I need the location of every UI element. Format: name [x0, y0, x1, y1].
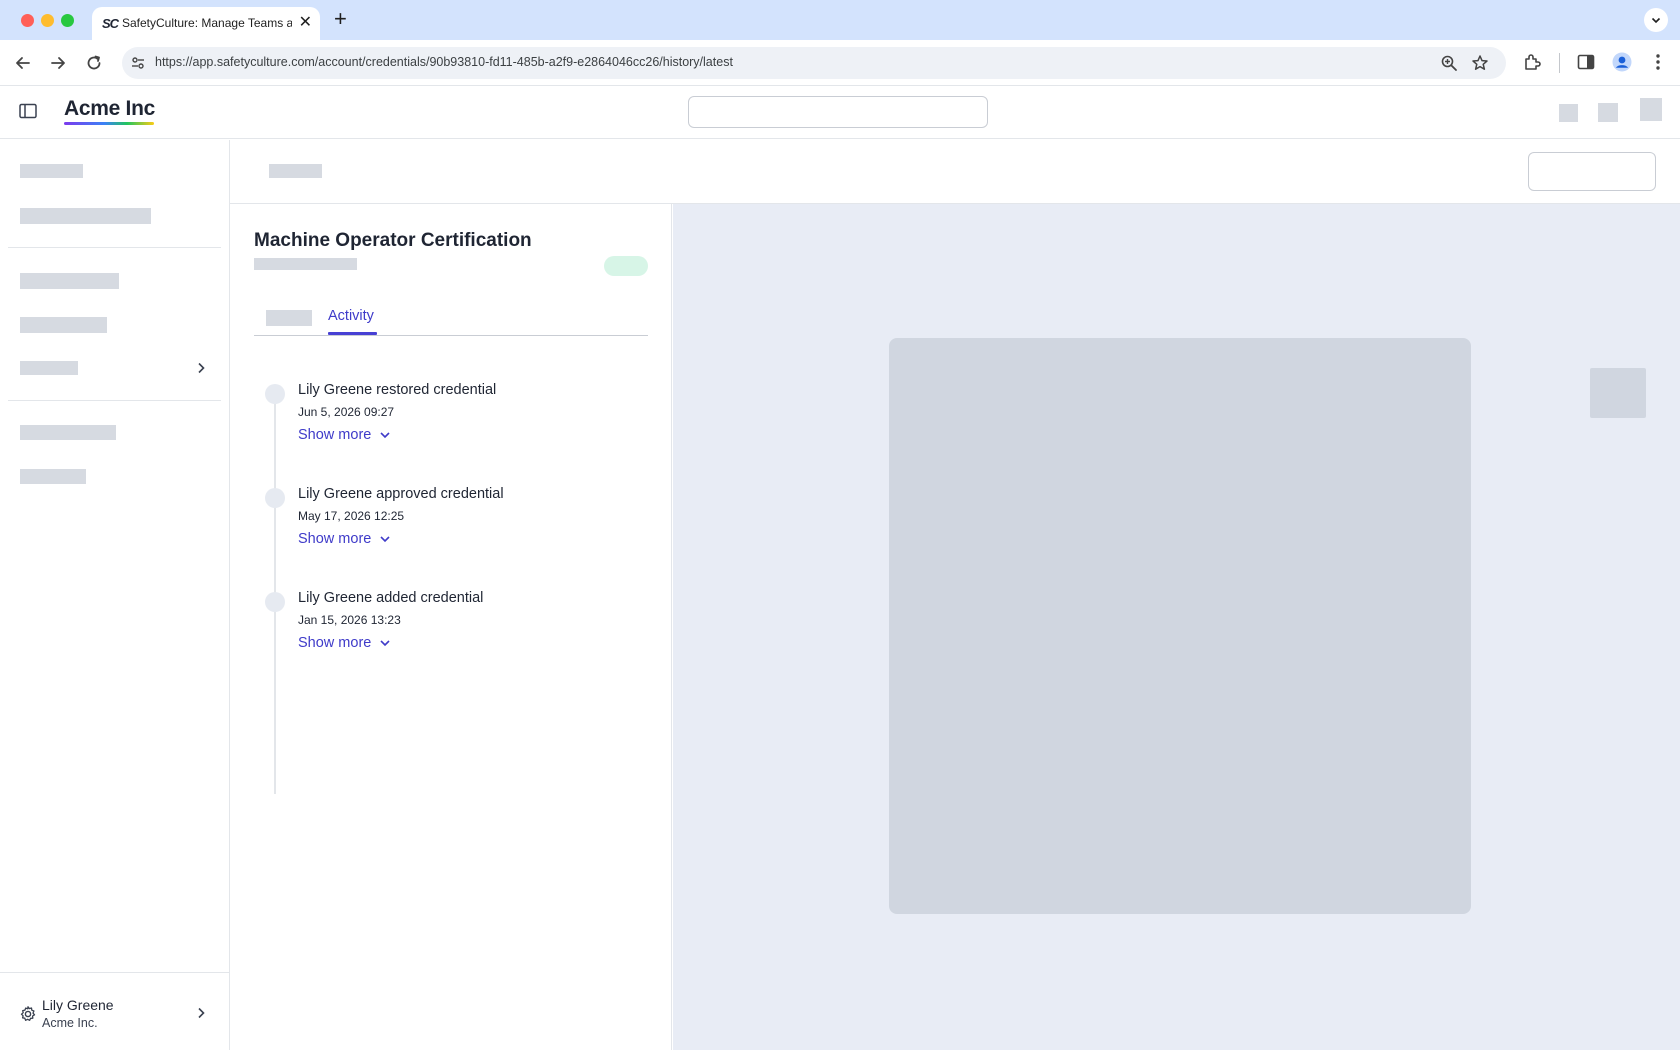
- header-action-placeholder-2[interactable]: [1598, 103, 1618, 122]
- credential-image-placeholder: [889, 338, 1471, 914]
- chevron-down-icon: [380, 536, 390, 543]
- bookmark-star-icon[interactable]: [1471, 54, 1489, 72]
- header-action-placeholder-1[interactable]: [1559, 104, 1578, 122]
- window-close-button[interactable]: [21, 14, 34, 27]
- browser-tab-bar: SC SafetyCulture: Manage Teams and... ✕ …: [0, 0, 1680, 40]
- sidebar-divider: [8, 247, 221, 248]
- url-text: https://app.safetyculture.com/account/cr…: [155, 55, 733, 69]
- credential-subtitle-placeholder: [254, 258, 357, 270]
- chevron-down-icon: [1651, 17, 1661, 24]
- reload-button[interactable]: [83, 52, 105, 74]
- company-logo[interactable]: Acme Inc: [64, 97, 155, 121]
- show-more-button[interactable]: Show more: [298, 531, 391, 547]
- back-button[interactable]: [12, 52, 34, 74]
- browser-tab-active[interactable]: SC SafetyCulture: Manage Teams and... ✕: [92, 7, 320, 40]
- user-name: Lily Greene: [42, 997, 114, 1013]
- side-panel-icon[interactable]: [1575, 51, 1597, 73]
- tab-activity[interactable]: Activity: [328, 308, 374, 324]
- show-more-button[interactable]: Show more: [298, 635, 391, 651]
- arrow-left-icon: [16, 57, 30, 69]
- chevron-down-icon: [380, 432, 390, 439]
- credential-preview-area: [673, 204, 1680, 1050]
- logo-underline: [64, 122, 154, 125]
- new-tab-button[interactable]: +: [334, 6, 347, 32]
- sidebar-user-menu[interactable]: Lily Greene Acme Inc.: [0, 972, 229, 1050]
- chevron-down-icon: [380, 640, 390, 647]
- toolbar-divider: [1559, 53, 1560, 73]
- global-search-input[interactable]: [688, 96, 988, 128]
- left-sidebar: Lily Greene Acme Inc.: [0, 140, 230, 1050]
- sidebar-item-placeholder[interactable]: [20, 273, 119, 289]
- extensions-icon[interactable]: [1521, 51, 1543, 73]
- tab-close-icon[interactable]: ✕: [299, 12, 312, 32]
- zoom-icon[interactable]: [1440, 54, 1458, 72]
- browser-address-bar: https://app.safetyculture.com/account/cr…: [0, 40, 1680, 86]
- tab-details-placeholder[interactable]: [266, 310, 312, 326]
- timeline-dot: [265, 488, 285, 508]
- reload-icon: [87, 55, 101, 70]
- more-vertical-icon[interactable]: [1647, 51, 1669, 73]
- forward-button[interactable]: [47, 52, 69, 74]
- activity-title: Lily Greene restored credential: [298, 382, 497, 398]
- arrow-right-icon: [51, 57, 65, 69]
- safetyculture-favicon-icon: SC: [102, 16, 119, 31]
- sidebar-divider: [8, 400, 221, 401]
- active-tab-indicator: [328, 332, 377, 335]
- sidebar-item-placeholder[interactable]: [20, 425, 116, 440]
- url-bar[interactable]: https://app.safetyculture.com/account/cr…: [122, 47, 1506, 79]
- window-minimize-button[interactable]: [41, 14, 54, 27]
- sidebar-item-placeholder[interactable]: [20, 208, 151, 224]
- credential-title: Machine Operator Certification: [254, 230, 532, 251]
- activity-date: Jan 15, 2026 13:23: [298, 613, 401, 627]
- tab-search-button[interactable]: [1644, 8, 1668, 32]
- page-subheader: [230, 140, 1680, 204]
- show-more-label: Show more: [298, 427, 372, 443]
- activity-title: Lily Greene added credential: [298, 590, 484, 606]
- show-more-label: Show more: [298, 531, 372, 547]
- credential-detail-panel: Machine Operator Certification Activity …: [230, 204, 672, 1050]
- window-maximize-button[interactable]: [61, 14, 74, 27]
- profile-avatar-icon[interactable]: [1611, 51, 1633, 73]
- chevron-right-icon[interactable]: [195, 361, 207, 375]
- status-badge: [604, 256, 648, 276]
- browser-tab-title: SafetyCulture: Manage Teams and...: [122, 16, 292, 30]
- gear-icon: [20, 1006, 36, 1021]
- show-more-button[interactable]: Show more: [298, 427, 391, 443]
- sidebar-item-placeholder[interactable]: [20, 317, 107, 333]
- site-settings-icon[interactable]: [130, 55, 146, 71]
- subheader-action-button[interactable]: [1528, 152, 1656, 191]
- sidebar-item-placeholder[interactable]: [20, 361, 78, 375]
- timeline-dot: [265, 592, 285, 612]
- sidebar-item-placeholder[interactable]: [20, 164, 83, 178]
- header-avatar-placeholder[interactable]: [1640, 98, 1662, 121]
- timeline-dot: [265, 384, 285, 404]
- chevron-right-icon: [198, 1007, 205, 1019]
- preview-action-placeholder[interactable]: [1590, 368, 1646, 418]
- show-more-label: Show more: [298, 635, 372, 651]
- activity-title: Lily Greene approved credential: [298, 486, 504, 502]
- detail-tabs: Activity: [254, 294, 648, 336]
- activity-date: May 17, 2026 12:25: [298, 509, 405, 523]
- user-organization: Acme Inc.: [42, 1016, 98, 1030]
- breadcrumb-placeholder[interactable]: [269, 164, 322, 178]
- activity-date: Jun 5, 2026 09:27: [298, 405, 395, 419]
- sidebar-item-placeholder[interactable]: [20, 469, 86, 484]
- sidebar-toggle-icon[interactable]: [19, 103, 37, 119]
- app-header: Acme Inc: [0, 87, 1680, 139]
